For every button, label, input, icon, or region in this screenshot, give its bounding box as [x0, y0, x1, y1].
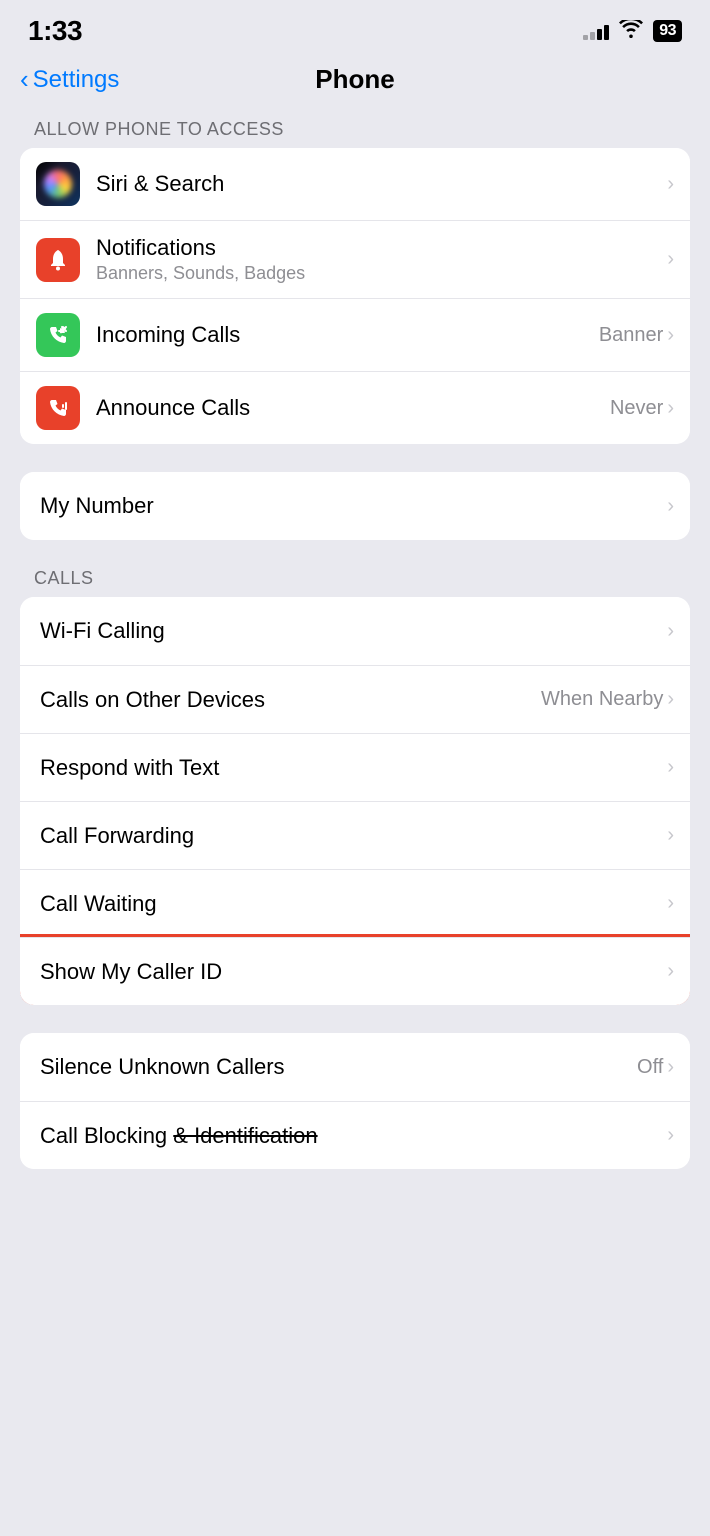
row-notifications[interactable]: ! Notifications Banners, Sounds, Badges … — [20, 220, 690, 298]
call-blocking-title: Call Blocking & Identification — [40, 1123, 667, 1149]
page-title: Phone — [315, 64, 394, 95]
my-number-title: My Number — [40, 493, 667, 519]
status-time: 1:33 — [28, 15, 82, 47]
announce-calls-title: Announce Calls — [96, 395, 610, 421]
chevron-icon: › — [667, 688, 674, 711]
status-bar: 1:33 93 — [0, 0, 710, 54]
incoming-calls-value: Banner — [599, 324, 664, 347]
chevron-icon: › — [667, 620, 674, 643]
section-allow-access: ALLOW PHONE TO ACCESS Siri & Search › — [20, 119, 690, 444]
chevron-icon: › — [667, 248, 674, 271]
row-silence-unknown[interactable]: Silence Unknown Callers Off › — [20, 1033, 690, 1101]
incoming-calls-title: Incoming Calls — [96, 322, 599, 348]
chevron-icon: › — [667, 892, 674, 915]
siri-icon — [36, 162, 80, 206]
chevron-icon: › — [667, 824, 674, 847]
announce-calls-value: Never — [610, 397, 663, 420]
call-blocking-text-strikethrough: & Identification — [173, 1123, 317, 1148]
notifications-icon: ! — [36, 238, 80, 282]
row-call-waiting[interactable]: Call Waiting › — [20, 869, 690, 937]
notifications-subtitle: Banners, Sounds, Badges — [96, 263, 667, 284]
bottom-calls-card: Silence Unknown Callers Off › Call Block… — [20, 1033, 690, 1169]
chevron-icon: › — [667, 397, 674, 420]
battery-indicator: 93 — [653, 20, 682, 42]
wifi-icon — [619, 20, 643, 43]
status-icons: 93 — [583, 20, 682, 43]
back-label: Settings — [33, 66, 120, 94]
wifi-calling-title: Wi-Fi Calling — [40, 618, 667, 644]
row-incoming-calls[interactable]: Incoming Calls Banner › — [20, 298, 690, 371]
announce-calls-icon — [36, 386, 80, 430]
row-respond-text[interactable]: Respond with Text › — [20, 733, 690, 801]
call-blocking-text-prefix: Call Blocking — [40, 1123, 173, 1148]
row-announce-calls[interactable]: Announce Calls Never › — [20, 371, 690, 444]
respond-text-title: Respond with Text — [40, 755, 667, 781]
chevron-icon: › — [667, 756, 674, 779]
row-calls-other-devices[interactable]: Calls on Other Devices When Nearby › — [20, 665, 690, 733]
chevron-icon: › — [667, 1124, 674, 1147]
nav-header: ‹ Settings Phone — [0, 54, 710, 109]
silence-unknown-title: Silence Unknown Callers — [40, 1054, 637, 1080]
svg-text:!: ! — [54, 254, 57, 263]
content: ALLOW PHONE TO ACCESS Siri & Search › — [0, 109, 710, 1169]
show-caller-id-title: Show My Caller ID — [40, 959, 667, 985]
section-bottom-calls: Silence Unknown Callers Off › Call Block… — [20, 1033, 690, 1169]
section-header-allow: ALLOW PHONE TO ACCESS — [20, 119, 690, 148]
row-show-caller-id[interactable]: Show My Caller ID › — [20, 937, 690, 1005]
back-button[interactable]: ‹ Settings — [20, 66, 119, 94]
calls-other-devices-title: Calls on Other Devices — [40, 687, 541, 713]
silence-unknown-value: Off — [637, 1056, 663, 1079]
signal-icon — [583, 22, 609, 40]
my-number-card: My Number › — [20, 472, 690, 540]
call-forwarding-title: Call Forwarding — [40, 823, 667, 849]
row-call-forwarding[interactable]: Call Forwarding › — [20, 801, 690, 869]
section-calls: CALLS Wi-Fi Calling › Calls on Other Dev… — [20, 568, 690, 1005]
siri-search-title: Siri & Search — [96, 171, 667, 197]
row-siri-search[interactable]: Siri & Search › — [20, 148, 690, 220]
row-my-number[interactable]: My Number › — [20, 472, 690, 540]
chevron-icon: › — [667, 324, 674, 347]
row-wifi-calling[interactable]: Wi-Fi Calling › — [20, 597, 690, 665]
notifications-title: Notifications — [96, 235, 667, 261]
chevron-icon: › — [667, 960, 674, 983]
calls-card: Wi-Fi Calling › Calls on Other Devices W… — [20, 597, 690, 1005]
siri-orb — [44, 170, 72, 198]
chevron-icon: › — [667, 173, 674, 196]
call-waiting-title: Call Waiting — [40, 891, 667, 917]
incoming-calls-icon — [36, 313, 80, 357]
allow-access-card: Siri & Search › ! Notifications — [20, 148, 690, 444]
section-my-number: My Number › — [20, 472, 690, 540]
chevron-icon: › — [667, 495, 674, 518]
back-chevron-icon: ‹ — [20, 66, 29, 92]
section-header-calls: CALLS — [20, 568, 690, 597]
chevron-icon: › — [667, 1056, 674, 1079]
calls-other-devices-value: When Nearby — [541, 688, 663, 711]
row-call-blocking[interactable]: Call Blocking & Identification › — [20, 1101, 690, 1169]
